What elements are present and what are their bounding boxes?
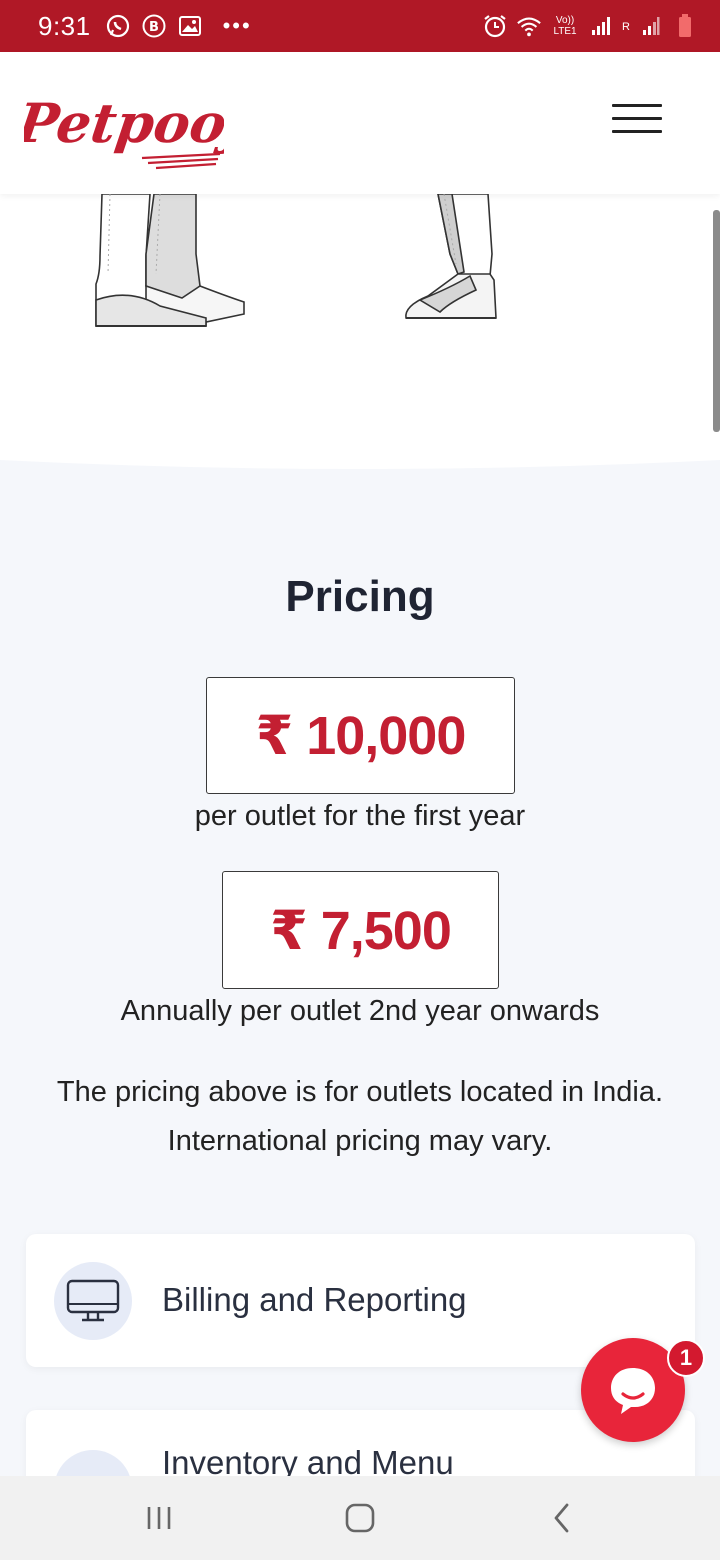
illustration-area xyxy=(0,194,720,474)
pricing-note-line1: The pricing above is for outlets located… xyxy=(56,1076,664,1108)
signal-icon xyxy=(588,13,614,39)
chat-bubble-icon xyxy=(611,1368,655,1414)
feet-illustration xyxy=(95,194,497,327)
roaming-label: R xyxy=(622,21,630,33)
status-time: 9:31 xyxy=(38,10,91,41)
alarm-icon xyxy=(482,13,508,39)
monitor-icon xyxy=(54,1262,132,1340)
home-icon[interactable] xyxy=(335,1494,385,1542)
signal-icon-2 xyxy=(638,13,664,39)
wifi-icon xyxy=(516,13,542,39)
b-icon: B xyxy=(141,13,167,39)
first-year-price: ₹ 10,000 xyxy=(206,677,515,794)
network-label: Vo)) LTE1 xyxy=(553,15,577,37)
hamburger-menu-icon[interactable] xyxy=(612,104,662,140)
back-icon[interactable] xyxy=(537,1494,587,1542)
pricing-title: Pricing xyxy=(285,572,435,621)
first-year-caption: per outlet for the first year xyxy=(194,800,526,832)
scrollbar-thumb[interactable] xyxy=(713,210,720,432)
svg-text:B: B xyxy=(149,20,159,35)
system-navigation-bar xyxy=(0,1476,720,1560)
feature-card-billing[interactable]: Billing and Reporting xyxy=(26,1234,695,1367)
whatsapp-icon xyxy=(105,13,131,39)
pricing-note: The pricing above is for outlets located… xyxy=(20,1068,700,1166)
chat-unread-badge: 1 xyxy=(667,1339,705,1377)
svg-text:Petpooja: Petpooja xyxy=(24,91,224,155)
section-curve xyxy=(0,460,720,474)
pricing-note-line2: International pricing may vary. xyxy=(167,1125,553,1157)
battery-icon xyxy=(672,13,698,39)
petpooja-logo[interactable]: Petpooja xyxy=(11,80,285,177)
status-bar: 9:31 B ••• Vo)) LTE1 R xyxy=(0,0,720,52)
renewal-price: ₹ 7,500 xyxy=(222,871,499,989)
feature-label: Billing and Reporting xyxy=(162,1281,467,1318)
renewal-caption: Annually per outlet 2nd year onwards xyxy=(120,995,600,1027)
image-icon xyxy=(177,13,203,39)
site-header: Petpooja xyxy=(0,52,720,194)
recent-apps-icon[interactable] xyxy=(134,1494,184,1542)
more-notifications-icon: ••• xyxy=(222,13,252,38)
